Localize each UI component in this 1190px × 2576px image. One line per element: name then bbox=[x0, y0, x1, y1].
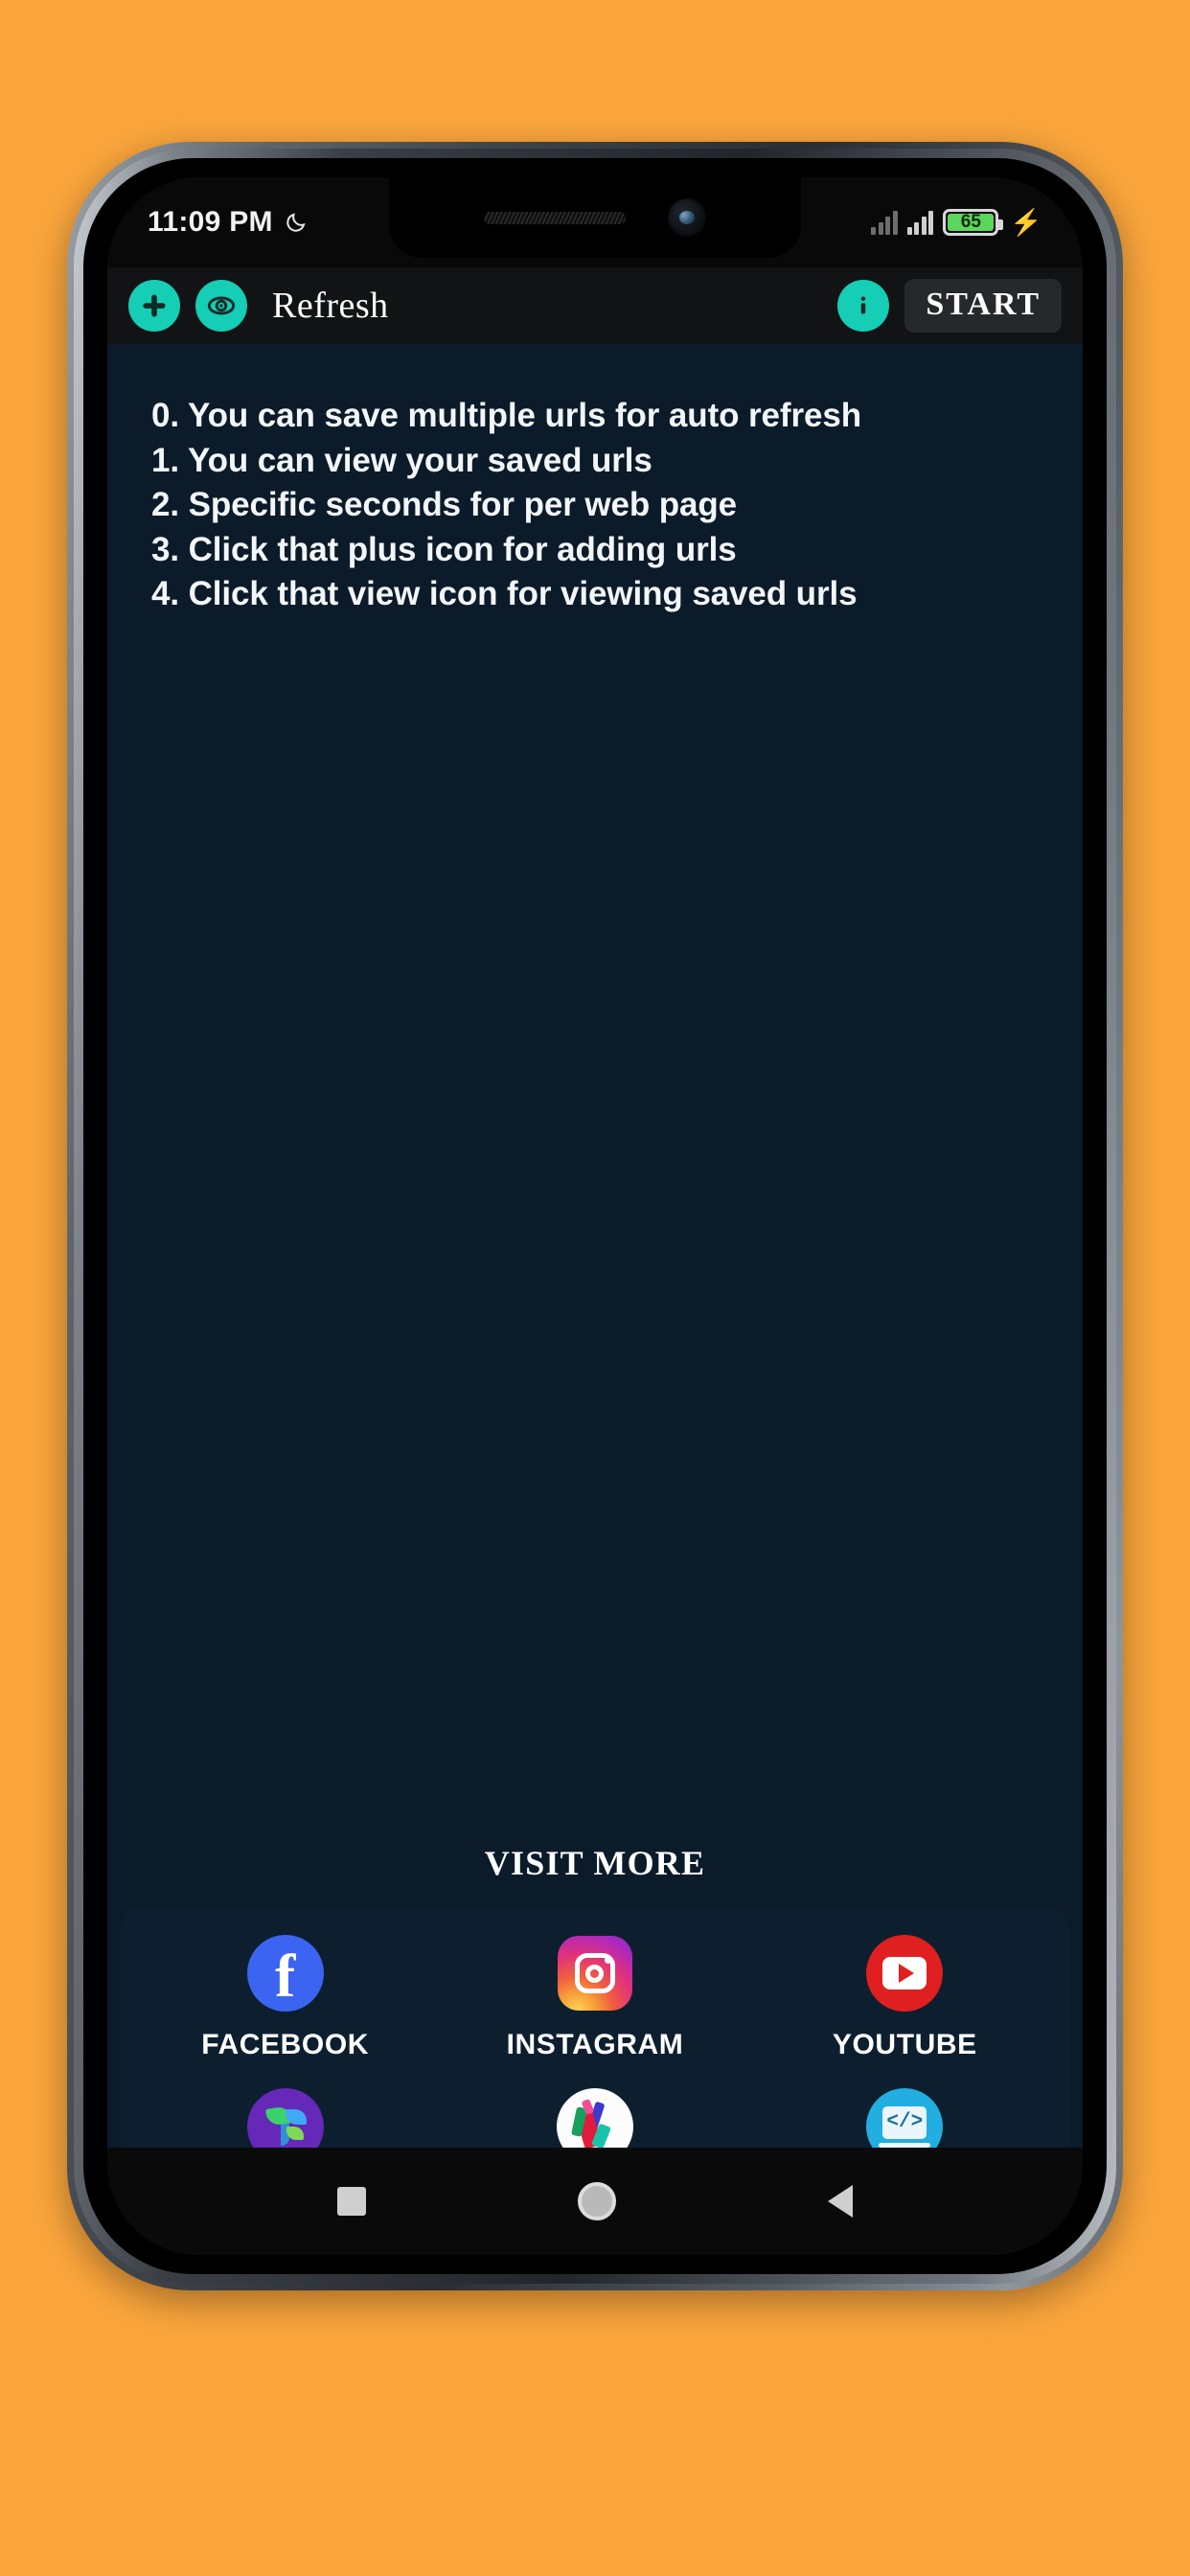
status-bar: 11:09 PM 65 ⚡ bbox=[107, 177, 1083, 267]
instruction-item: 0. You can save multiple urls for auto r… bbox=[151, 397, 861, 434]
phone-device-frame: 11:09 PM 65 ⚡ Refresh START 0. You can s… bbox=[67, 142, 1123, 2290]
android-navigation-bar bbox=[107, 2148, 1083, 2255]
instructions-list: 0. You can save multiple urls for auto r… bbox=[107, 344, 1083, 617]
view-saved-urls-button[interactable] bbox=[195, 280, 247, 332]
status-time: 11:09 PM bbox=[148, 206, 273, 238]
status-bar-right: 65 ⚡ bbox=[871, 209, 1042, 236]
status-bar-left: 11:09 PM bbox=[148, 206, 308, 239]
triangle-back-icon[interactable] bbox=[827, 2185, 853, 2218]
link-tile-youtube[interactable]: YOUTUBE bbox=[750, 1933, 1060, 2061]
crescent-moon-icon bbox=[285, 211, 308, 234]
facebook-icon: f bbox=[245, 1933, 326, 2013]
instruction-item: 2. Specific seconds for per web page bbox=[151, 486, 738, 524]
earpiece-speaker-icon bbox=[484, 211, 626, 224]
link-label: YOUTUBE bbox=[832, 2029, 977, 2060]
instruction-item: 3. Click that plus icon for adding urls bbox=[151, 530, 737, 568]
square-recents-icon[interactable] bbox=[337, 2187, 367, 2216]
signal-bars-icon-sim1 bbox=[871, 210, 898, 235]
phone-bezel: 11:09 PM 65 ⚡ Refresh START 0. You can s… bbox=[83, 158, 1107, 2274]
battery-level-text: 65 bbox=[960, 212, 981, 232]
eye-icon bbox=[206, 290, 237, 321]
app-content: 0. You can save multiple urls for auto r… bbox=[107, 344, 1083, 2255]
youtube-icon bbox=[864, 1933, 945, 2013]
page-title: Refresh bbox=[272, 286, 389, 326]
charging-bolt-icon: ⚡ bbox=[1010, 207, 1042, 237]
plus-icon bbox=[140, 291, 169, 320]
instruction-item: 1. You can view your saved urls bbox=[151, 441, 652, 479]
instagram-icon bbox=[555, 1933, 635, 2013]
add-url-button[interactable] bbox=[128, 280, 180, 332]
phone-screen: 11:09 PM 65 ⚡ Refresh START 0. You can s… bbox=[107, 177, 1083, 2255]
link-label: FACEBOOK bbox=[201, 2029, 370, 2060]
start-button[interactable]: START bbox=[904, 279, 1062, 333]
info-button[interactable] bbox=[837, 280, 890, 332]
battery-indicator: 65 bbox=[943, 209, 1004, 236]
signal-bars-icon-sim2 bbox=[906, 210, 934, 235]
display-notch bbox=[389, 177, 801, 258]
instruction-item: 4. Click that view icon for viewing save… bbox=[151, 575, 858, 613]
link-tile-instagram[interactable]: INSTAGRAM bbox=[440, 1933, 749, 2061]
link-tile-facebook[interactable]: f FACEBOOK bbox=[130, 1933, 440, 2061]
link-label: INSTAGRAM bbox=[506, 2029, 684, 2060]
app-toolbar: Refresh START bbox=[107, 267, 1083, 344]
info-icon bbox=[849, 291, 878, 320]
circle-home-icon[interactable] bbox=[577, 2182, 616, 2220]
visit-more-heading: VISIT MORE bbox=[484, 1844, 706, 1882]
front-camera-icon bbox=[668, 198, 706, 237]
